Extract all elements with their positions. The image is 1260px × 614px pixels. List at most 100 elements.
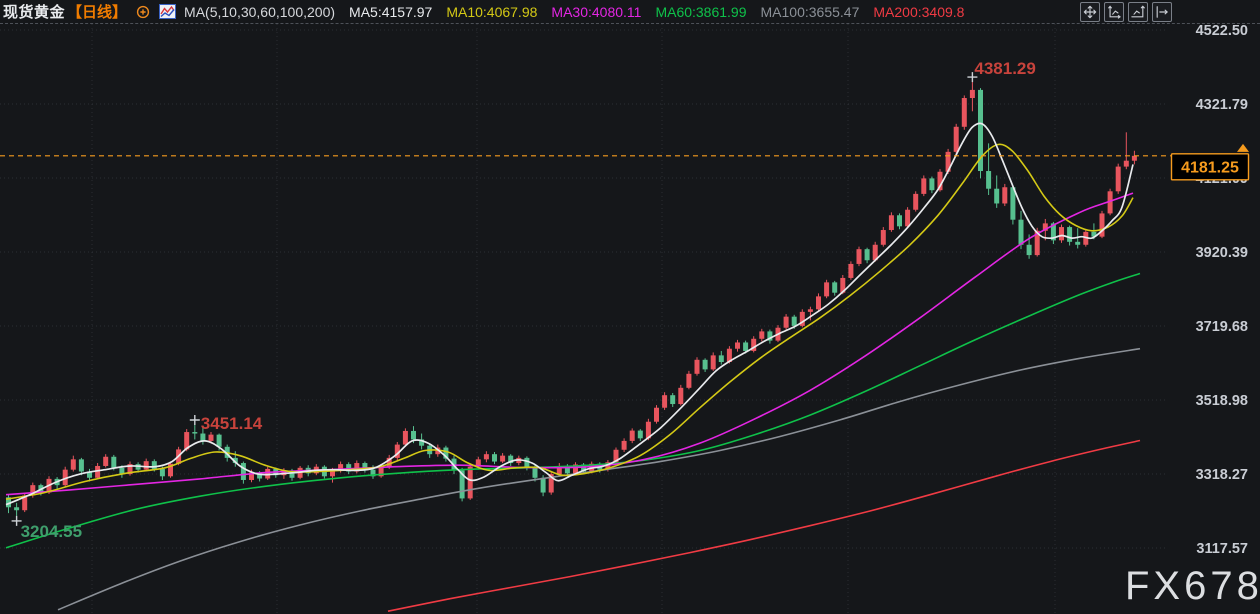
candle-body xyxy=(192,432,197,433)
extreme-cross-marker xyxy=(190,415,200,425)
candle-body xyxy=(209,435,214,441)
candle-body xyxy=(1067,227,1072,242)
candle-body xyxy=(962,98,967,127)
candle-body xyxy=(1059,227,1064,240)
candle-body xyxy=(71,459,76,469)
candle-body xyxy=(403,431,408,445)
candle-body xyxy=(144,461,149,469)
candle-body xyxy=(913,194,918,210)
chart-canvas[interactable]: FX678 4381.29 3451.14 3204.55 4522.50 4321.7… xyxy=(0,0,1260,614)
candle-body xyxy=(200,434,205,441)
candle-body xyxy=(970,90,975,98)
candle-body xyxy=(670,395,675,404)
ma-value-label: MA100:3655.47 xyxy=(761,4,860,20)
candle-body xyxy=(160,469,165,476)
candle-body xyxy=(695,360,700,374)
candle-body xyxy=(905,210,910,227)
candle-body xyxy=(411,431,416,439)
high-price-label: 4381.29 xyxy=(974,59,1035,78)
candle-body xyxy=(881,230,886,245)
candle-body xyxy=(865,249,870,260)
candle-body xyxy=(759,331,764,338)
chart-header: 现货黄金 【日线】 MA(5,10,30,60,100,200) MA5:415… xyxy=(0,0,1260,24)
ma-value-label: MA60:3861.99 xyxy=(655,4,746,20)
chart-window: 现货黄金 【日线】 MA(5,10,30,60,100,200) MA5:415… xyxy=(0,0,1260,614)
candle-body xyxy=(500,456,505,462)
candle-body xyxy=(719,355,724,362)
watermark: FX678 xyxy=(1125,564,1260,608)
symbol-name: 现货黄金 xyxy=(3,1,65,22)
ma-value-label: MA10:4067.98 xyxy=(446,4,537,20)
candle-body xyxy=(784,317,789,328)
candle-body xyxy=(14,507,19,510)
candle-body xyxy=(848,264,853,278)
candle-body xyxy=(1075,242,1080,245)
price-axis-label: 3920.39 xyxy=(1196,245,1248,261)
candle-body xyxy=(1002,187,1007,203)
candle-body xyxy=(484,454,489,459)
price-axis-label: 4522.50 xyxy=(1196,23,1248,39)
ma-line-ma10 xyxy=(6,144,1133,499)
price-axis-label: 3318.27 xyxy=(1196,467,1248,483)
ma-value-label: MA200:3409.8 xyxy=(873,4,964,20)
move-chart-icon[interactable] xyxy=(1080,2,1100,22)
candle-body xyxy=(533,468,538,478)
candle-body xyxy=(832,282,837,292)
candle-body xyxy=(954,127,959,152)
candle-body xyxy=(808,309,813,312)
candle-body xyxy=(524,458,529,468)
candle-body xyxy=(929,178,934,190)
candle-body xyxy=(1124,161,1129,167)
low-price-label: 3204.55 xyxy=(21,522,82,541)
candle-body xyxy=(792,317,797,326)
candle-body xyxy=(468,467,473,499)
candle-body xyxy=(492,454,497,461)
candle-body xyxy=(111,457,116,468)
candle-body xyxy=(217,435,222,447)
candle-body xyxy=(630,431,635,441)
candle-body xyxy=(79,459,84,471)
high-price-label: 3451.14 xyxy=(201,414,263,433)
candle-body xyxy=(1027,245,1032,255)
ma-value-label: MA30:4080.11 xyxy=(551,4,641,20)
ma-line-ma60 xyxy=(6,274,1140,548)
ma-group-label: MA(5,10,30,60,100,200) xyxy=(184,4,335,20)
candle-body xyxy=(1132,156,1137,161)
ma-value-label: MA5:4157.97 xyxy=(349,4,432,20)
candle-body xyxy=(816,296,821,309)
ma-legend: MA5:4157.97 MA10:4067.98 MA30:4080.11 MA60:… xyxy=(349,4,964,20)
candle-body xyxy=(152,461,157,469)
price-axis-label: 3518.98 xyxy=(1196,393,1248,409)
candle-body xyxy=(654,408,659,422)
candle-body xyxy=(743,342,748,350)
candle-body xyxy=(678,388,683,404)
candle-body xyxy=(638,431,643,439)
candle-body xyxy=(711,355,716,369)
candle-body xyxy=(662,395,667,408)
candle-body xyxy=(622,441,627,450)
candle-body xyxy=(857,249,862,264)
ma-line-ma30 xyxy=(6,193,1133,495)
candle-body xyxy=(686,374,691,388)
candle-body xyxy=(103,457,108,466)
add-compare-icon[interactable] xyxy=(136,5,150,19)
candle-body xyxy=(1019,220,1024,245)
candle-body xyxy=(889,215,894,230)
price-axis-label: 3719.68 xyxy=(1196,319,1248,335)
current-price-value: 4181.25 xyxy=(1181,159,1239,176)
zoom-y-axis-icon[interactable] xyxy=(1104,2,1124,22)
price-axis-label: 4321.79 xyxy=(1196,97,1248,113)
indicator-chart-icon[interactable] xyxy=(159,4,176,19)
go-to-latest-icon[interactable] xyxy=(1152,2,1172,22)
candle-body xyxy=(897,215,902,226)
price-up-arrow-icon xyxy=(1237,144,1249,152)
candle-body xyxy=(994,189,999,204)
candle-body xyxy=(824,282,829,296)
candle-body xyxy=(1116,167,1121,192)
candle-body xyxy=(921,178,926,193)
zoom-x-axis-icon[interactable] xyxy=(1128,2,1148,22)
timeframe-label: 【日线】 xyxy=(67,1,127,22)
candle-body xyxy=(703,360,708,370)
candle-body xyxy=(541,478,546,493)
price-axis-label: 3117.57 xyxy=(1196,541,1248,557)
